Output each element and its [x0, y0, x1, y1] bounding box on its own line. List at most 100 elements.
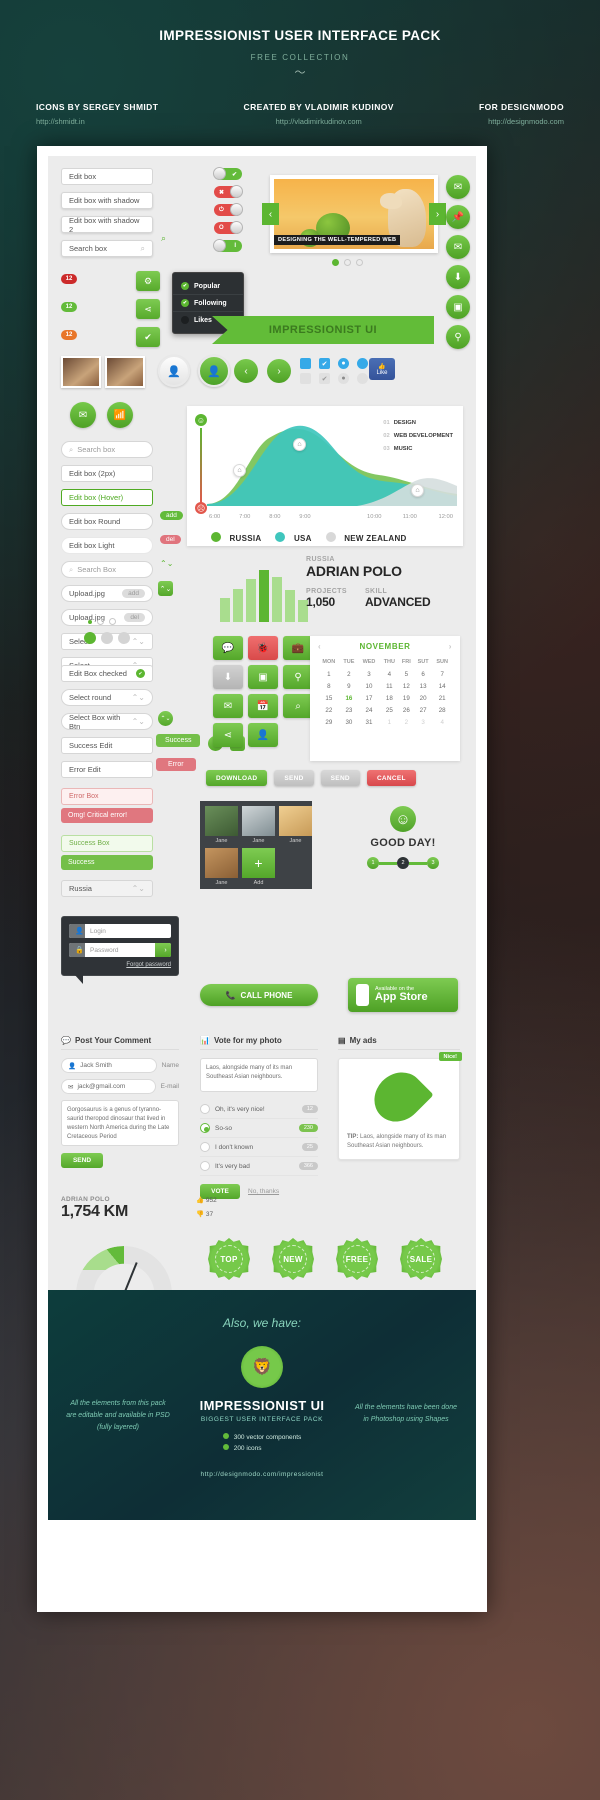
search-box-input-2[interactable]: ⌕ Search box	[61, 441, 153, 458]
calendar-day[interactable]: 3	[358, 668, 380, 680]
rss-icon[interactable]: 📶	[107, 402, 133, 428]
slider-dot[interactable]	[332, 259, 339, 266]
search-box-input-3[interactable]: ⌕ Search Box	[61, 561, 153, 578]
pin-icon[interactable]: 📌	[446, 205, 470, 229]
stepper-icon-green[interactable]: ⌃⌄	[160, 559, 173, 568]
calendar-day[interactable]: 14	[432, 680, 452, 692]
comment-icon[interactable]: ✉	[446, 175, 470, 199]
credit-url[interactable]: http://shmidt.in	[36, 117, 158, 126]
app-store-button[interactable]: Available on the App Store	[348, 978, 458, 1012]
toggle-off[interactable]: O	[214, 221, 243, 234]
image-icon[interactable]: ▣	[248, 665, 278, 689]
ad-card[interactable]: Nice! TIP: Laos, alongside many of its m…	[338, 1052, 462, 1160]
send-button-gray-2[interactable]: SEND	[320, 770, 360, 786]
calendar-day[interactable]: 23	[340, 704, 359, 716]
briefcase-icon[interactable]: 💼	[283, 636, 313, 660]
share-icon[interactable]: ⋖	[213, 723, 243, 747]
avatar[interactable]	[61, 356, 101, 388]
cancel-button[interactable]: CANCEL	[366, 770, 416, 786]
slider-prev-button[interactable]: ‹	[262, 203, 279, 225]
chevron-updown-icon[interactable]: ⌃⌄	[132, 693, 145, 702]
calendar-day[interactable]: 13	[414, 680, 433, 692]
check-icon[interactable]: ✔	[136, 327, 160, 347]
calendar-day[interactable]: 21	[432, 692, 452, 704]
calendar-day[interactable]: 26	[399, 704, 414, 716]
mail-icon[interactable]: ✉	[446, 235, 470, 259]
edit-box-shadow-input[interactable]: Edit box with shadow	[61, 192, 153, 209]
calendar-day[interactable]: 30	[340, 716, 359, 728]
error-pill-button[interactable]: Error	[156, 758, 196, 771]
del-pill-button[interactable]: del	[160, 535, 181, 544]
comment-send-button[interactable]: SEND	[61, 1153, 103, 1168]
upload-add-button[interactable]: add	[122, 589, 145, 598]
toggle-knob[interactable]	[213, 167, 226, 180]
calendar-day[interactable]: 5	[399, 668, 414, 680]
download-icon[interactable]: ⬇	[213, 665, 243, 689]
calendar-day[interactable]: 15	[318, 692, 340, 704]
mail-icon[interactable]: ✉	[70, 402, 96, 428]
search-box-input[interactable]: Search box ⌕	[61, 240, 153, 257]
checkbox-disabled[interactable]	[300, 373, 311, 384]
pagination-dot-active[interactable]	[84, 632, 96, 644]
radio-button[interactable]	[200, 1161, 210, 1171]
rosette-new[interactable]: NEW	[272, 1238, 314, 1280]
calendar-day[interactable]: 22	[318, 704, 340, 716]
edit-box-light-input[interactable]: Edit box Light	[61, 537, 153, 554]
dropdown-item-popular[interactable]: ✔ Popular	[173, 278, 243, 295]
calendar-day[interactable]: 11	[380, 680, 399, 692]
chart-marker-icon[interactable]: ⌂	[411, 484, 424, 497]
calendar-next-button[interactable]: ›	[449, 642, 452, 651]
upload-del-button[interactable]: del	[124, 613, 145, 622]
credit-url[interactable]: http://vladimirkudinov.com	[244, 117, 394, 126]
radio-filled[interactable]	[357, 358, 368, 369]
avatar[interactable]	[105, 356, 145, 388]
next-arrow-icon[interactable]: ›	[267, 359, 291, 383]
calendar-day[interactable]: 12	[399, 680, 414, 692]
gallery-item[interactable]: Jane	[242, 806, 275, 844]
login-username-field[interactable]: 👤 Login	[69, 924, 171, 938]
comment-name-input[interactable]: 👤 Jack Smith	[61, 1058, 157, 1073]
facebook-like-button[interactable]: 👍 Like	[369, 358, 395, 380]
edit-box-round-input[interactable]: Edit box Round	[61, 513, 153, 530]
image-slider[interactable]: DESIGNING THE WELL-TEMPERED WEB	[270, 175, 438, 253]
success-edit-input[interactable]: Success Edit	[61, 737, 153, 754]
pagination-dot[interactable]	[118, 632, 130, 644]
calendar-day[interactable]: 28	[432, 704, 452, 716]
calendar-day-highlighted[interactable]: 16	[340, 692, 359, 704]
select-round[interactable]: Select round ⌃⌄	[61, 689, 153, 706]
comment-icon[interactable]: 💬	[213, 636, 243, 660]
search-icon[interactable]: ⌕	[283, 694, 313, 718]
calendar-day-muted[interactable]: 2	[399, 716, 414, 728]
footer-url[interactable]: http://designmodo.com/impressionist	[48, 1471, 476, 1478]
error-edit-input[interactable]: Error Edit	[61, 761, 153, 778]
calendar-day[interactable]: 18	[380, 692, 399, 704]
calendar-day-muted[interactable]: 1	[380, 716, 399, 728]
user-icon[interactable]: 👤	[248, 723, 278, 747]
calendar-widget[interactable]: ‹ NOVEMBER › MON TUE WED THU FRI SUT SUN	[310, 636, 460, 761]
calendar-day-muted[interactable]: 4	[432, 716, 452, 728]
select-with-btn[interactable]: Select Box with Btn ⌃⌄	[61, 713, 153, 731]
dropdown-item-following[interactable]: ✔ Following	[173, 295, 243, 312]
rosette-top[interactable]: TOP	[208, 1238, 250, 1280]
slider-dot[interactable]	[356, 259, 363, 266]
calendar-day[interactable]: 2	[340, 668, 359, 680]
radio-button[interactable]	[200, 1104, 210, 1114]
gallery-add-item[interactable]: + Add	[242, 848, 275, 886]
chevron-updown-icon[interactable]: ⌃⌄	[132, 717, 145, 726]
calendar-day[interactable]: 29	[318, 716, 340, 728]
gear-icon[interactable]: ⚙	[136, 271, 160, 291]
calendar-day[interactable]: 9	[340, 680, 359, 692]
location-icon[interactable]: ⚲	[446, 325, 470, 349]
chevron-updown-icon[interactable]: ⌃⌄	[132, 884, 145, 893]
rosette-free[interactable]: FREE	[336, 1238, 378, 1280]
gallery-item[interactable]: Jane	[205, 848, 238, 886]
checkbox-filled[interactable]	[300, 358, 311, 369]
gallery-item[interactable]: Jane	[279, 806, 312, 844]
country-select[interactable]: Russia ⌃⌄	[61, 880, 153, 897]
checkbox-checked[interactable]: ✔	[319, 358, 330, 369]
search-icon[interactable]: ⌕	[141, 244, 145, 254]
edit-box-hover-input[interactable]: Edit box (Hover)	[61, 489, 153, 506]
search-icon-standalone[interactable]: ⌕	[161, 233, 166, 244]
calendar-day[interactable]: 27	[414, 704, 433, 716]
toggle-check[interactable]: ✔	[213, 167, 242, 180]
